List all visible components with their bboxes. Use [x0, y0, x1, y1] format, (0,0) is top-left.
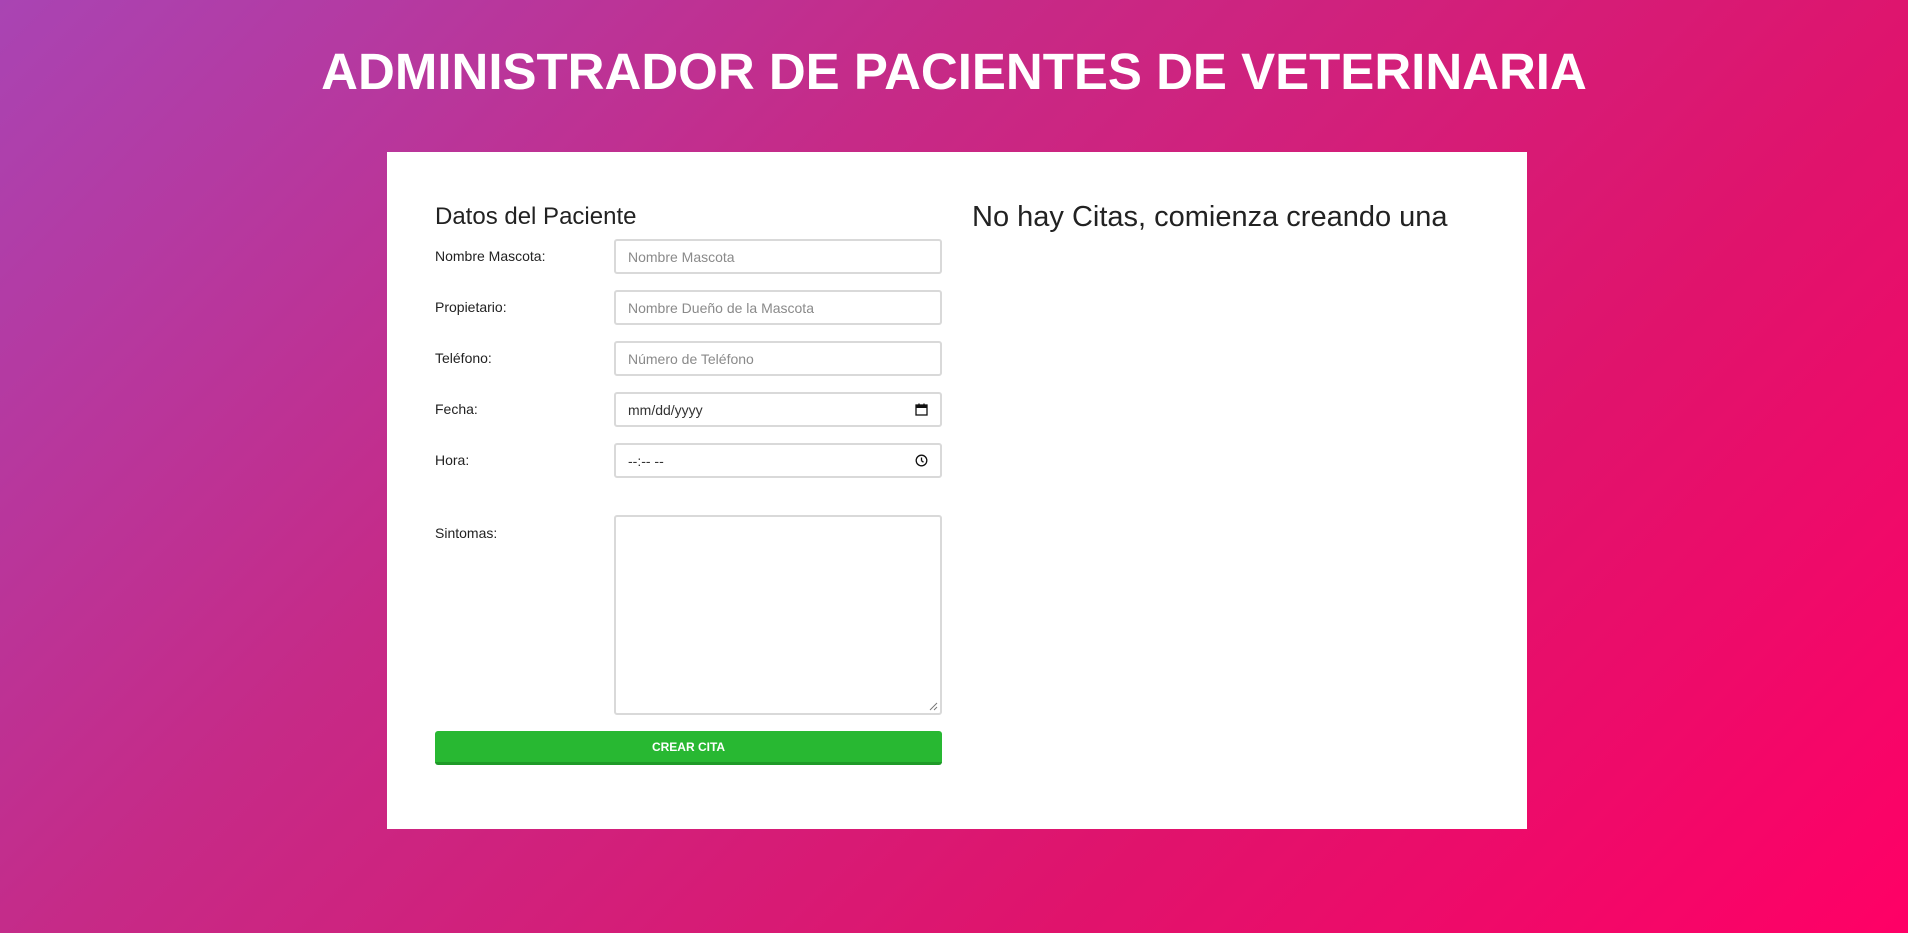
- hora-label: Hora:: [435, 452, 470, 468]
- mascota-placeholder: Nombre Mascota: [628, 248, 735, 265]
- main-card: Datos del Paciente Nombre Mascota: Nombr…: [387, 152, 1527, 829]
- mascota-input[interactable]: Nombre Mascota: [614, 239, 942, 274]
- fecha-value: mm/dd/yyyy: [628, 401, 703, 418]
- resize-handle-icon[interactable]: [928, 701, 938, 711]
- mascota-label: Nombre Mascota:: [435, 248, 546, 264]
- hora-input[interactable]: --:-- --: [614, 443, 942, 478]
- citas-empty-heading: No hay Citas, comienza creando una: [972, 201, 1448, 233]
- telefono-input[interactable]: Número de Teléfono: [614, 341, 942, 376]
- hora-value: --:-- --: [628, 452, 664, 469]
- telefono-placeholder: Número de Teléfono: [628, 350, 754, 367]
- page-title: ADMINISTRADOR DE PACIENTES DE VETERINARI…: [321, 43, 1587, 100]
- clock-icon[interactable]: [915, 454, 928, 467]
- crear-cita-button[interactable]: CREAR CITA: [435, 731, 942, 765]
- propietario-input[interactable]: Nombre Dueño de la Mascota: [614, 290, 942, 325]
- calendar-icon[interactable]: [915, 403, 928, 416]
- fecha-label: Fecha:: [435, 401, 478, 417]
- telefono-label: Teléfono:: [435, 350, 492, 366]
- sintomas-label: Sintomas:: [435, 525, 498, 541]
- propietario-placeholder: Nombre Dueño de la Mascota: [628, 299, 814, 316]
- sintomas-textarea[interactable]: [614, 515, 942, 715]
- fecha-input[interactable]: mm/dd/yyyy: [614, 392, 942, 427]
- propietario-label: Propietario:: [435, 299, 507, 315]
- form-heading: Datos del Paciente: [435, 203, 637, 230]
